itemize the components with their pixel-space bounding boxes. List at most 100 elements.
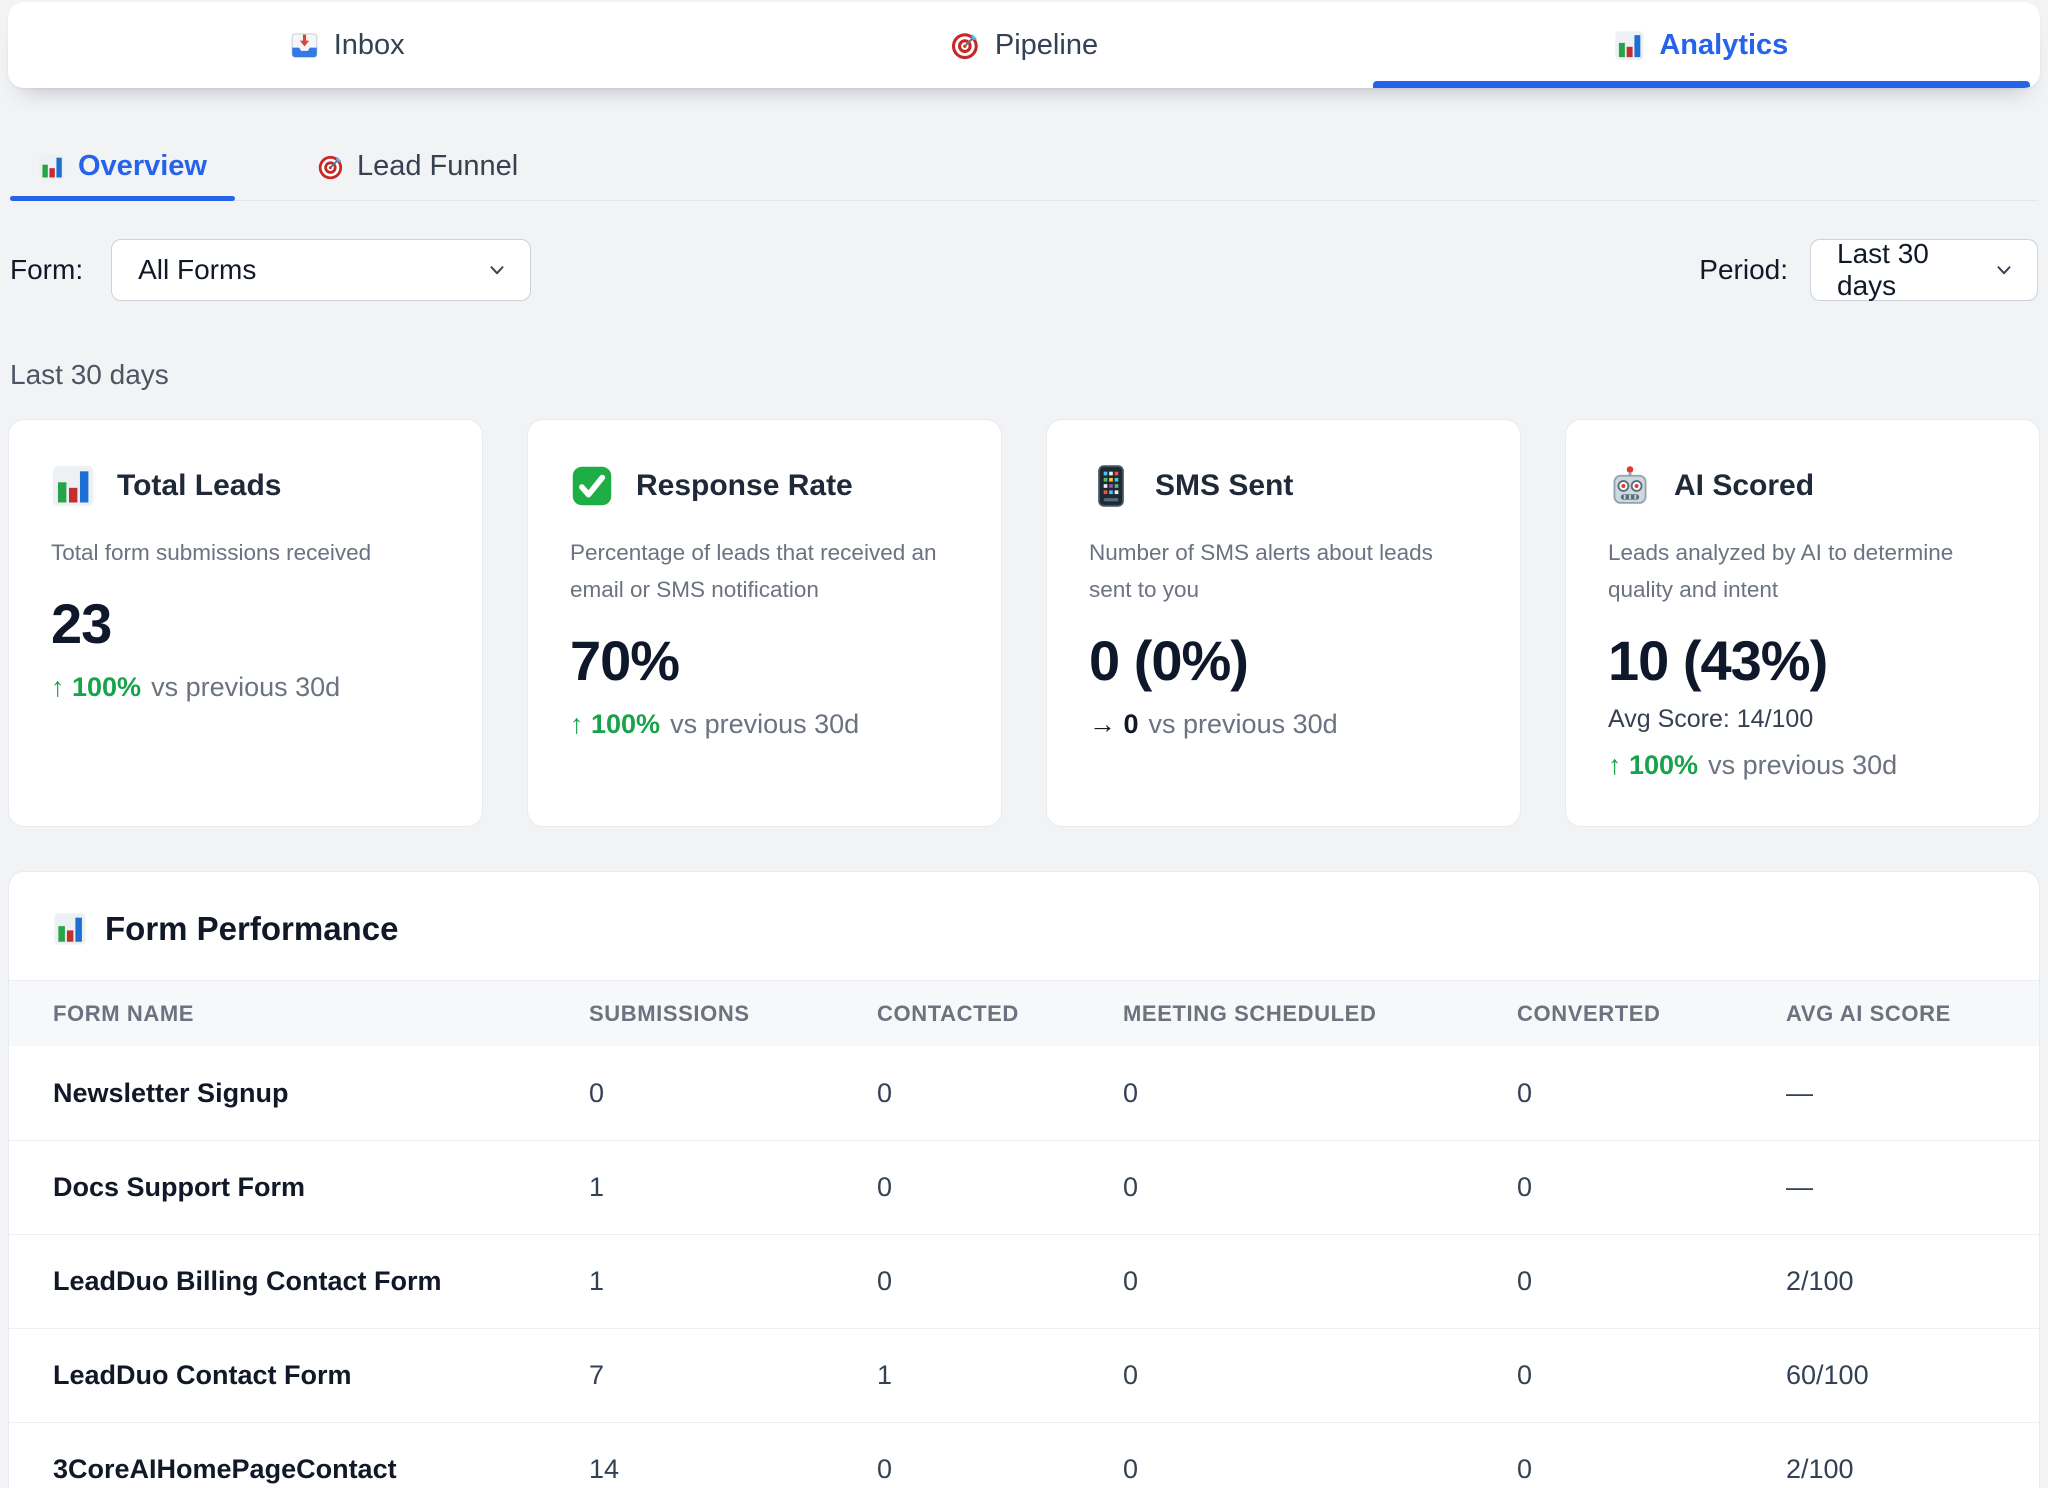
stat-card-title: Total Leads <box>117 469 281 503</box>
table-column-header: MEETING SCHEDULED <box>1123 1001 1517 1027</box>
cell-form-name: Newsletter Signup <box>53 1078 589 1109</box>
stat-card-description: Percentage of leads that received an ema… <box>570 534 959 608</box>
form-performance-card: Form Performance FORM NAME SUBMISSIONS C… <box>8 871 2040 1488</box>
stat-card-header: Total Leads <box>51 464 440 508</box>
nav-tab-icon <box>1614 30 1645 61</box>
form-select-value: All Forms <box>138 254 256 286</box>
cell-contacted: 1 <box>877 1360 1123 1391</box>
stat-card-header: SMS Sent <box>1089 464 1478 508</box>
cell-converted: 0 <box>1517 1454 1786 1485</box>
top-nav-tab[interactable]: Pipeline <box>685 2 1362 88</box>
stat-card-value: 70% <box>570 628 959 693</box>
stat-card-title: AI Scored <box>1674 469 1814 503</box>
cell-converted: 0 <box>1517 1078 1786 1109</box>
cell-meeting-scheduled: 0 <box>1123 1360 1517 1391</box>
form-performance-title: Form Performance <box>105 910 398 948</box>
cell-avg-ai-score: 2/100 <box>1786 1454 2039 1485</box>
cell-converted: 0 <box>1517 1266 1786 1297</box>
cell-contacted: 0 <box>877 1172 1123 1203</box>
stat-card-avg-score: Avg Score: 14/100 <box>1608 705 1997 734</box>
stat-card-description: Number of SMS alerts about leads sent to… <box>1089 534 1478 608</box>
stat-card-description: Leads analyzed by AI to determine qualit… <box>1608 534 1997 608</box>
sub-tab-icon <box>317 153 345 181</box>
delta-suffix: vs previous 30d <box>1708 750 1897 780</box>
cell-contacted: 0 <box>877 1266 1123 1297</box>
cell-meeting-scheduled: 0 <box>1123 1172 1517 1203</box>
delta-change: → 0 <box>1089 709 1139 739</box>
table-column-header: FORM NAME <box>53 1001 589 1027</box>
period-caption: Last 30 days <box>10 359 2038 391</box>
stat-card-header: AI Scored <box>1608 464 1997 508</box>
stat-card-icon <box>1089 464 1133 508</box>
cell-meeting-scheduled: 0 <box>1123 1266 1517 1297</box>
stat-card-delta: → 0 vs previous 30d <box>1089 709 1478 740</box>
cell-meeting-scheduled: 0 <box>1123 1454 1517 1485</box>
cell-avg-ai-score: 2/100 <box>1786 1266 2039 1297</box>
stat-card: SMS Sent Number of SMS alerts about lead… <box>1046 419 1521 827</box>
delta-suffix: vs previous 30d <box>151 672 340 702</box>
stat-card-value: 0 (0%) <box>1089 628 1478 693</box>
sub-tab-icon <box>38 153 66 181</box>
top-nav-tab[interactable]: Analytics <box>1363 2 2040 88</box>
stat-card-value: 23 <box>51 591 440 656</box>
chevron-down-icon <box>486 259 508 281</box>
bar-chart-icon <box>53 912 87 946</box>
top-nav-bar: Inbox Pipeline Analytics <box>8 2 2040 88</box>
table-row: LeadDuo Billing Contact Form 1 0 0 0 2/1… <box>9 1234 2039 1328</box>
form-select[interactable]: All Forms <box>111 239 531 301</box>
cell-submissions: 14 <box>589 1454 877 1485</box>
cell-submissions: 1 <box>589 1266 877 1297</box>
delta-suffix: vs previous 30d <box>1149 709 1338 739</box>
cell-converted: 0 <box>1517 1360 1786 1391</box>
cell-avg-ai-score: — <box>1786 1078 2039 1109</box>
stat-card-description: Total form submissions received <box>51 534 440 571</box>
cell-contacted: 0 <box>877 1454 1123 1485</box>
stat-card-icon <box>570 464 614 508</box>
nav-tab-label: Pipeline <box>995 29 1098 62</box>
analytics-dashboard: Inbox Pipeline Analytics Overview <box>0 0 2048 1488</box>
stat-card-delta: ↑ 100%vs previous 30d <box>51 672 440 703</box>
active-tab-underline <box>1373 81 2030 88</box>
sub-tab[interactable]: Overview <box>10 150 235 200</box>
stat-card-icon <box>1608 464 1652 508</box>
stat-card: Response Rate Percentage of leads that r… <box>527 419 1002 827</box>
table-row: Docs Support Form 1 0 0 0 — <box>9 1140 2039 1234</box>
nav-tab-icon <box>950 30 981 61</box>
form-performance-title-row: Form Performance <box>9 872 2039 980</box>
nav-tab-icon <box>289 30 320 61</box>
cell-contacted: 0 <box>877 1078 1123 1109</box>
stat-card-title: Response Rate <box>636 469 853 503</box>
cell-submissions: 1 <box>589 1172 877 1203</box>
nav-tab-label: Analytics <box>1659 29 1788 62</box>
stat-card-value: 10 (43%) <box>1608 628 1997 693</box>
stat-card-delta: ↑ 100% vs previous 30d <box>1608 750 1997 781</box>
chevron-down-icon <box>1993 259 2015 281</box>
sub-tab-label: Lead Funnel <box>357 150 518 183</box>
table-column-header: CONTACTED <box>877 1001 1123 1027</box>
cell-submissions: 7 <box>589 1360 877 1391</box>
sub-tab-label: Overview <box>78 150 207 183</box>
delta-change: ↑ 100% <box>1608 750 1698 780</box>
delta-suffix: vs previous 30d <box>670 709 859 739</box>
stat-card: Total Leads Total form submissions recei… <box>8 419 483 827</box>
period-select[interactable]: Last 30 days <box>1810 239 2038 301</box>
top-nav-tab[interactable]: Inbox <box>8 2 685 88</box>
stat-card: AI Scored Leads analyzed by AI to determ… <box>1565 419 2040 827</box>
cell-form-name: LeadDuo Contact Form <box>53 1360 589 1391</box>
table-column-header: SUBMISSIONS <box>589 1001 877 1027</box>
cell-form-name: 3CoreAIHomePageContact <box>53 1454 589 1485</box>
sub-tab[interactable]: Lead Funnel <box>289 150 546 200</box>
stat-card-header: Response Rate <box>570 464 959 508</box>
table-header-row: FORM NAME SUBMISSIONS CONTACTED MEETING … <box>9 980 2039 1046</box>
table-row: Newsletter Signup 0 0 0 0 — <box>9 1046 2039 1140</box>
cell-form-name: LeadDuo Billing Contact Form <box>53 1266 589 1297</box>
table-column-header: CONVERTED <box>1517 1001 1786 1027</box>
nav-tab-label: Inbox <box>334 29 405 62</box>
analytics-sub-tabs: Overview Lead Funnel <box>10 150 2038 201</box>
filters-row: Form: All Forms Period: Last 30 days <box>10 239 2038 301</box>
delta-change: ↑ 100% <box>570 709 660 739</box>
table-column-header: AVG AI SCORE <box>1786 1001 2039 1027</box>
cell-converted: 0 <box>1517 1172 1786 1203</box>
table-row: LeadDuo Contact Form 7 1 0 0 60/100 <box>9 1328 2039 1422</box>
cell-submissions: 0 <box>589 1078 877 1109</box>
